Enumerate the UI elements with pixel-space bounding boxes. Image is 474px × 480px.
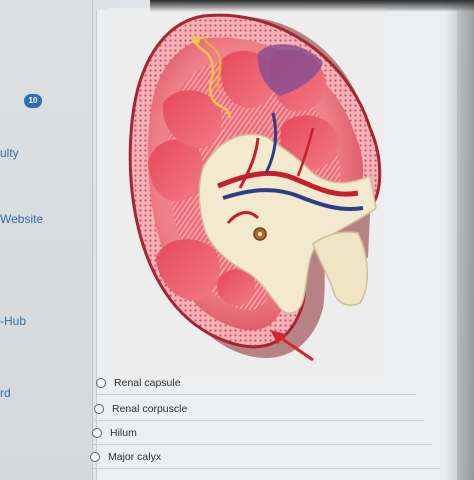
- choice-label: Renal corpuscle: [112, 403, 188, 415]
- sidebar-item-faculty[interactable]: ulty: [0, 146, 19, 160]
- choice-major-calyx[interactable]: Major calyx: [90, 446, 440, 469]
- choice-hilum[interactable]: Hilum: [92, 422, 432, 445]
- sidebar-item-website[interactable]: Website: [0, 212, 43, 226]
- screen-edge-shadow: [444, 0, 474, 480]
- choice-label: Major calyx: [108, 451, 162, 463]
- choice-renal-corpuscle[interactable]: Renal corpuscle: [94, 398, 424, 421]
- choice-renal-capsule[interactable]: Renal capsule: [96, 372, 416, 395]
- screen-surface: 10 ulty Website -Hub rd Renal capsule Re…: [0, 0, 474, 480]
- sidebar-item-board[interactable]: rd: [0, 386, 11, 400]
- question-image: [108, 8, 386, 374]
- kidney-model-image: [128, 13, 382, 362]
- sidebar-item-hub[interactable]: -Hub: [0, 314, 26, 328]
- radio-button[interactable]: [94, 404, 104, 414]
- answer-choices: Renal capsule Renal corpuscle Hilum Majo…: [84, 368, 456, 480]
- course-sidebar: 10 ulty Website -Hub rd: [0, 0, 93, 480]
- choice-label: Renal capsule: [114, 377, 181, 389]
- radio-button[interactable]: [90, 452, 100, 462]
- radio-button[interactable]: [92, 428, 102, 438]
- screen-bezel-shadow: [150, 0, 474, 12]
- choice-label: Hilum: [110, 427, 137, 439]
- notification-badge: 10: [24, 94, 42, 108]
- radio-button[interactable]: [96, 378, 106, 388]
